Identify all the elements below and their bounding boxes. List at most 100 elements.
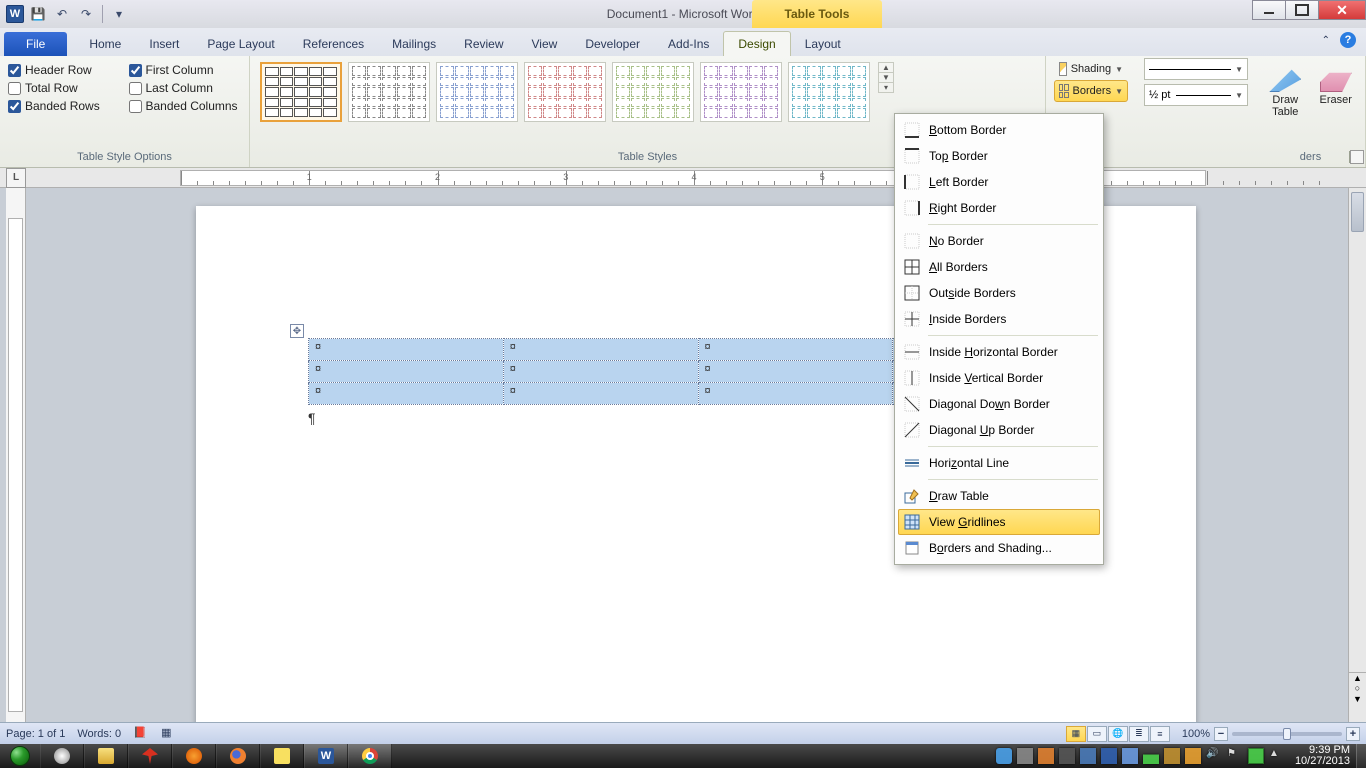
tray-icon-1[interactable] — [1017, 748, 1033, 764]
tray-volume-icon[interactable]: 🔊 — [1206, 748, 1222, 764]
style-thumb-4[interactable] — [612, 62, 694, 122]
taskbar-clock[interactable]: 9:39 PM 10/27/2013 — [1289, 745, 1356, 767]
view-web-layout[interactable]: 🌐 — [1108, 726, 1128, 742]
tray-flag-icon[interactable]: ⚑ — [1227, 748, 1243, 764]
taskbar-clock-app[interactable] — [40, 744, 84, 768]
spellcheck-icon[interactable]: 📕 — [133, 726, 149, 742]
tab-developer[interactable]: Developer — [571, 32, 654, 56]
tab-insert[interactable]: Insert — [135, 32, 193, 56]
tray-chevron-up-icon[interactable]: ▲ — [1269, 748, 1285, 764]
help-icon[interactable]: ? — [1340, 32, 1356, 48]
style-thumb-2[interactable] — [436, 62, 518, 122]
table-move-handle[interactable] — [290, 324, 304, 338]
style-thumb-1[interactable] — [348, 62, 430, 122]
chk-banded-rows[interactable]: Banded Rows — [8, 99, 121, 113]
zoom-level[interactable]: 100% — [1182, 728, 1210, 740]
zoom-out-button[interactable]: − — [1214, 727, 1228, 741]
taskbar-explorer[interactable] — [84, 744, 128, 768]
taskbar-word[interactable]: W — [304, 744, 348, 768]
tab-review[interactable]: Review — [450, 32, 517, 56]
taskbar-media-player[interactable] — [172, 744, 216, 768]
chk-banded-columns[interactable]: Banded Columns — [129, 99, 242, 113]
menu-top-border[interactable]: Top Border — [898, 143, 1100, 169]
save-icon[interactable]: 💾 — [28, 4, 48, 24]
redo-icon[interactable]: ↷ — [76, 4, 96, 24]
borders-button[interactable]: Borders ▼ — [1054, 80, 1128, 102]
line-weight-combo[interactable]: ½ pt▼ — [1144, 84, 1248, 106]
line-style-combo[interactable]: ▼ — [1144, 58, 1248, 80]
tab-addins[interactable]: Add-Ins — [654, 32, 723, 56]
tab-mailings[interactable]: Mailings — [378, 32, 450, 56]
tab-layout[interactable]: Layout — [791, 32, 855, 56]
tab-selector[interactable]: L — [6, 168, 26, 188]
tab-view[interactable]: View — [518, 32, 572, 56]
style-thumb-plain[interactable] — [260, 62, 342, 122]
taskbar-chrome[interactable] — [348, 744, 392, 768]
style-thumb-3[interactable] — [524, 62, 606, 122]
style-thumb-5[interactable] — [700, 62, 782, 122]
tray-network-icon[interactable] — [1143, 748, 1159, 764]
minimize-button[interactable] — [1252, 0, 1286, 20]
chk-first-column[interactable]: First Column — [129, 63, 242, 77]
view-draft[interactable]: ≡ — [1150, 726, 1170, 742]
menu-outside-borders[interactable]: Outside Borders — [898, 280, 1100, 306]
status-page[interactable]: Page: 1 of 1 — [6, 728, 65, 740]
browse-object-buttons[interactable]: ▲○▼ — [1349, 672, 1366, 704]
tray-icon-2[interactable] — [1059, 748, 1075, 764]
style-thumb-6[interactable] — [788, 62, 870, 122]
menu-horizontal-line[interactable]: Horizontal Line — [898, 450, 1100, 476]
chk-last-column[interactable]: Last Column — [129, 81, 242, 95]
show-desktop-button[interactable] — [1356, 744, 1366, 768]
menu-left-border[interactable]: Left Border — [898, 169, 1100, 195]
menu-diagonal-up[interactable]: Diagonal Up Border — [898, 417, 1100, 443]
view-print-layout[interactable]: ▦ — [1066, 726, 1086, 742]
view-full-screen[interactable]: ▭ — [1087, 726, 1107, 742]
scrollbar-thumb[interactable] — [1351, 192, 1364, 232]
macro-record-icon[interactable]: ▦ — [161, 726, 177, 742]
tray-icon-6[interactable] — [1164, 748, 1180, 764]
tab-file[interactable]: File — [4, 32, 67, 56]
menu-no-border[interactable]: No Border — [898, 228, 1100, 254]
zoom-in-button[interactable]: + — [1346, 727, 1360, 741]
tray-battery-icon[interactable] — [1248, 748, 1264, 764]
tab-design[interactable]: Design — [723, 31, 790, 56]
menu-diagonal-down[interactable]: Diagonal Down Border — [898, 391, 1100, 417]
zoom-slider-knob[interactable] — [1283, 728, 1291, 740]
chk-header-row[interactable]: Header Row — [8, 63, 121, 77]
menu-all-borders[interactable]: All Borders — [898, 254, 1100, 280]
menu-view-gridlines[interactable]: View Gridlines — [898, 509, 1100, 535]
minimize-ribbon-icon[interactable]: ⌃ — [1322, 35, 1330, 46]
chk-total-row[interactable]: Total Row — [8, 81, 121, 95]
menu-draw-table[interactable]: Draw Table — [898, 483, 1100, 509]
tray-java-icon[interactable] — [1038, 748, 1054, 764]
tray-icon-4[interactable] — [1101, 748, 1117, 764]
word-app-icon[interactable]: W — [6, 5, 24, 23]
tab-page-layout[interactable]: Page Layout — [193, 32, 288, 56]
tab-home[interactable]: Home — [75, 32, 135, 56]
tray-shield-icon[interactable] — [1185, 748, 1201, 764]
menu-inside-vertical[interactable]: Inside Vertical Border — [898, 365, 1100, 391]
status-words[interactable]: Words: 0 — [77, 728, 121, 740]
undo-icon[interactable]: ↶ — [52, 4, 72, 24]
start-button[interactable] — [0, 744, 40, 768]
taskbar-sticky-notes[interactable] — [260, 744, 304, 768]
tray-icon-5[interactable] — [1122, 748, 1138, 764]
vertical-ruler[interactable] — [6, 188, 26, 722]
qat-customize-icon[interactable]: ▾ — [109, 4, 129, 24]
menu-inside-horizontal[interactable]: Inside Horizontal Border — [898, 339, 1100, 365]
zoom-slider[interactable] — [1232, 732, 1342, 736]
tab-references[interactable]: References — [289, 32, 378, 56]
menu-inside-borders[interactable]: Inside Borders — [898, 306, 1100, 332]
menu-right-border[interactable]: Right Border — [898, 195, 1100, 221]
shading-button[interactable]: Shading ▼ — [1054, 58, 1128, 80]
maximize-button[interactable] — [1285, 0, 1319, 20]
tray-cloud-icon[interactable] — [996, 748, 1012, 764]
close-button[interactable] — [1318, 0, 1366, 20]
view-outline[interactable]: ≣ — [1129, 726, 1149, 742]
gallery-scroll[interactable]: ▲▼▾ — [878, 62, 894, 93]
menu-bottom-border[interactable]: Bottom Border — [898, 117, 1100, 143]
taskbar-firefox[interactable] — [216, 744, 260, 768]
taskbar-pin-app[interactable] — [128, 744, 172, 768]
menu-borders-and-shading[interactable]: Borders and Shading... — [898, 535, 1100, 561]
tray-icon-3[interactable] — [1080, 748, 1096, 764]
